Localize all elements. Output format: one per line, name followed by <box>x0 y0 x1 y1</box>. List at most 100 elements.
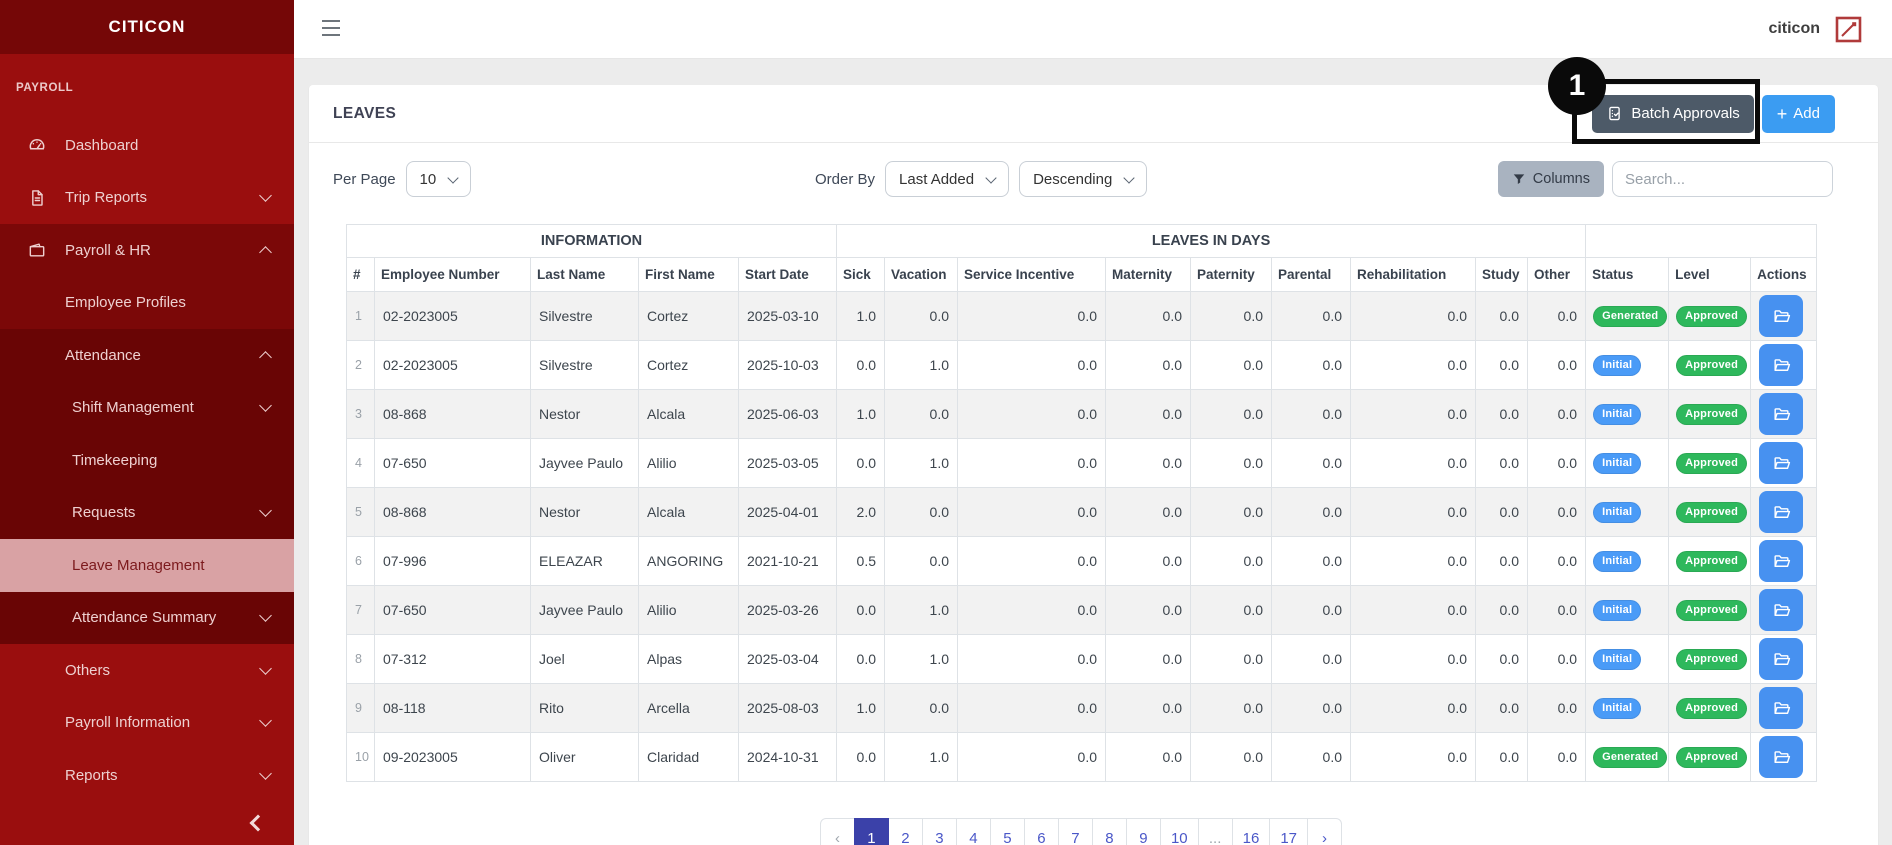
cell-first-name: Cortez <box>639 292 739 341</box>
cell-level: Approved <box>1669 537 1751 586</box>
cell-start-date: 2025-04-01 <box>739 488 837 537</box>
cell-paternity: 0.0 <box>1191 635 1272 684</box>
sort-direction-select[interactable]: Descending <box>1019 161 1147 197</box>
page-button-2[interactable]: 2 <box>888 818 923 845</box>
cell-employee-number: 02-2023005 <box>375 341 531 390</box>
per-page-select[interactable]: 10 <box>406 161 472 197</box>
sidebar-item-attendance[interactable]: Attendance <box>0 329 294 382</box>
sidebar-item-payroll-hr[interactable]: Payroll & HR <box>0 224 294 277</box>
batch-approvals-button[interactable]: Batch Approvals <box>1592 95 1753 133</box>
sidebar-item-trip-reports[interactable]: Trip Reports <box>0 172 294 225</box>
leaves-card: LEAVES Batch Approvals + Add <box>309 85 1878 845</box>
cell-maternity: 0.0 <box>1106 341 1191 390</box>
page-button-6[interactable]: 6 <box>1024 818 1059 845</box>
cell-rehabilitation: 0.0 <box>1351 684 1476 733</box>
sidebar-item-timekeeping[interactable]: Timekeeping <box>0 434 294 487</box>
cell-sick: 0.0 <box>837 439 885 488</box>
columns-label: Columns <box>1533 171 1590 187</box>
view-leave-button[interactable] <box>1759 589 1803 631</box>
page-button-1[interactable]: 1 <box>854 818 889 845</box>
cell-rehabilitation: 0.0 <box>1351 292 1476 341</box>
sidebar-collapse-icon[interactable] <box>250 815 267 832</box>
search-input[interactable] <box>1612 161 1833 197</box>
topbar-user[interactable]: citicon <box>1768 0 1862 58</box>
view-leave-button[interactable] <box>1759 393 1803 435</box>
cell-rehabilitation: 0.0 <box>1351 733 1476 782</box>
sidebar-nav: Dashboard Trip Reports Payroll & HREmploye… <box>0 119 294 802</box>
cell-employee-number: 09-2023005 <box>375 733 531 782</box>
sidebar-section-label: PAYROLL <box>0 54 294 119</box>
view-leave-button[interactable] <box>1759 344 1803 386</box>
cell-maternity: 0.0 <box>1106 292 1191 341</box>
cell-employee-number: 07-650 <box>375 586 531 635</box>
page-button-9[interactable]: 9 <box>1126 818 1161 845</box>
level-badge: Approved <box>1676 502 1747 523</box>
page-next-button[interactable]: › <box>1307 818 1342 845</box>
cell-paternity: 0.0 <box>1191 537 1272 586</box>
order-by-group: Order By Last Added Descending <box>815 161 1147 197</box>
group-header-information: INFORMATION <box>347 225 837 258</box>
cell-last-name: Nestor <box>531 488 639 537</box>
sidebar-item-reports[interactable]: Reports <box>0 749 294 802</box>
sidebar-item-label: Trip Reports <box>65 189 147 206</box>
sidebar-item-attendance-summary[interactable]: Attendance Summary <box>0 592 294 645</box>
cell-row-number: 10 <box>347 733 375 782</box>
chevron-down-icon <box>259 504 272 517</box>
page-button-16[interactable]: 16 <box>1232 818 1271 845</box>
order-by-value: Last Added <box>899 171 974 188</box>
cell-service-incentive: 0.0 <box>958 635 1106 684</box>
cell-status: Initial <box>1586 488 1669 537</box>
cell-last-name: Nestor <box>531 390 639 439</box>
columns-button[interactable]: Columns <box>1498 161 1604 197</box>
sidebar-item-payroll-information[interactable]: Payroll Information <box>0 697 294 750</box>
page-button-5[interactable]: 5 <box>990 818 1025 845</box>
topbar: citicon <box>294 0 1892 59</box>
cell-actions <box>1751 733 1817 782</box>
cell-actions <box>1751 488 1817 537</box>
cell-status: Initial <box>1586 635 1669 684</box>
order-by-select[interactable]: Last Added <box>885 161 1009 197</box>
table-body: 102-2023005SilvestreCortez2025-03-101.00… <box>347 292 1817 782</box>
page-button-7[interactable]: 7 <box>1058 818 1093 845</box>
page-button-8[interactable]: 8 <box>1092 818 1127 845</box>
cell-vacation: 0.0 <box>885 684 958 733</box>
cell-study: 0.0 <box>1476 586 1528 635</box>
view-leave-button[interactable] <box>1759 442 1803 484</box>
view-leave-button[interactable] <box>1759 540 1803 582</box>
menu-icon[interactable] <box>322 20 340 36</box>
table-row: 1009-2023005OliverClaridad2024-10-310.01… <box>347 733 1817 782</box>
page-button-17[interactable]: 17 <box>1269 818 1308 845</box>
page-button-10[interactable]: 10 <box>1160 818 1199 845</box>
cell-first-name: Arcella <box>639 684 739 733</box>
clipboard-check-icon <box>1606 105 1623 122</box>
cell-employee-number: 08-868 <box>375 488 531 537</box>
page-button-4[interactable]: 4 <box>956 818 991 845</box>
sidebar-item-shift-management[interactable]: Shift Management <box>0 382 294 435</box>
sidebar-item-employee-profiles[interactable]: Employee Profiles <box>0 277 294 330</box>
view-leave-button[interactable] <box>1759 491 1803 533</box>
cell-sick: 1.0 <box>837 292 885 341</box>
view-leave-button[interactable] <box>1759 638 1803 680</box>
cell-actions <box>1751 439 1817 488</box>
column-header-level: Level <box>1669 258 1751 292</box>
cell-last-name: Jayvee Paulo <box>531 586 639 635</box>
cell-parental: 0.0 <box>1272 292 1351 341</box>
cell-maternity: 0.0 <box>1106 390 1191 439</box>
cell-start-date: 2025-03-10 <box>739 292 837 341</box>
sidebar-item-leave-management[interactable]: Leave Management <box>0 539 294 592</box>
page-button-3[interactable]: 3 <box>922 818 957 845</box>
column-header-vacation: Vacation <box>885 258 958 292</box>
view-leave-button[interactable] <box>1759 295 1803 337</box>
cell-first-name: Alpas <box>639 635 739 684</box>
sidebar-item-requests[interactable]: Requests <box>0 487 294 540</box>
sidebar-item-dashboard[interactable]: Dashboard <box>0 119 294 172</box>
view-leave-button[interactable] <box>1759 687 1803 729</box>
cell-start-date: 2025-03-26 <box>739 586 837 635</box>
sidebar-item-others[interactable]: Others <box>0 644 294 697</box>
view-leave-button[interactable] <box>1759 736 1803 778</box>
table-row: 508-868NestorAlcala2025-04-012.00.00.00.… <box>347 488 1817 537</box>
cell-row-number: 3 <box>347 390 375 439</box>
add-button[interactable]: + Add <box>1762 95 1835 133</box>
cell-status: Generated <box>1586 292 1669 341</box>
chevron-up-icon <box>259 246 272 259</box>
